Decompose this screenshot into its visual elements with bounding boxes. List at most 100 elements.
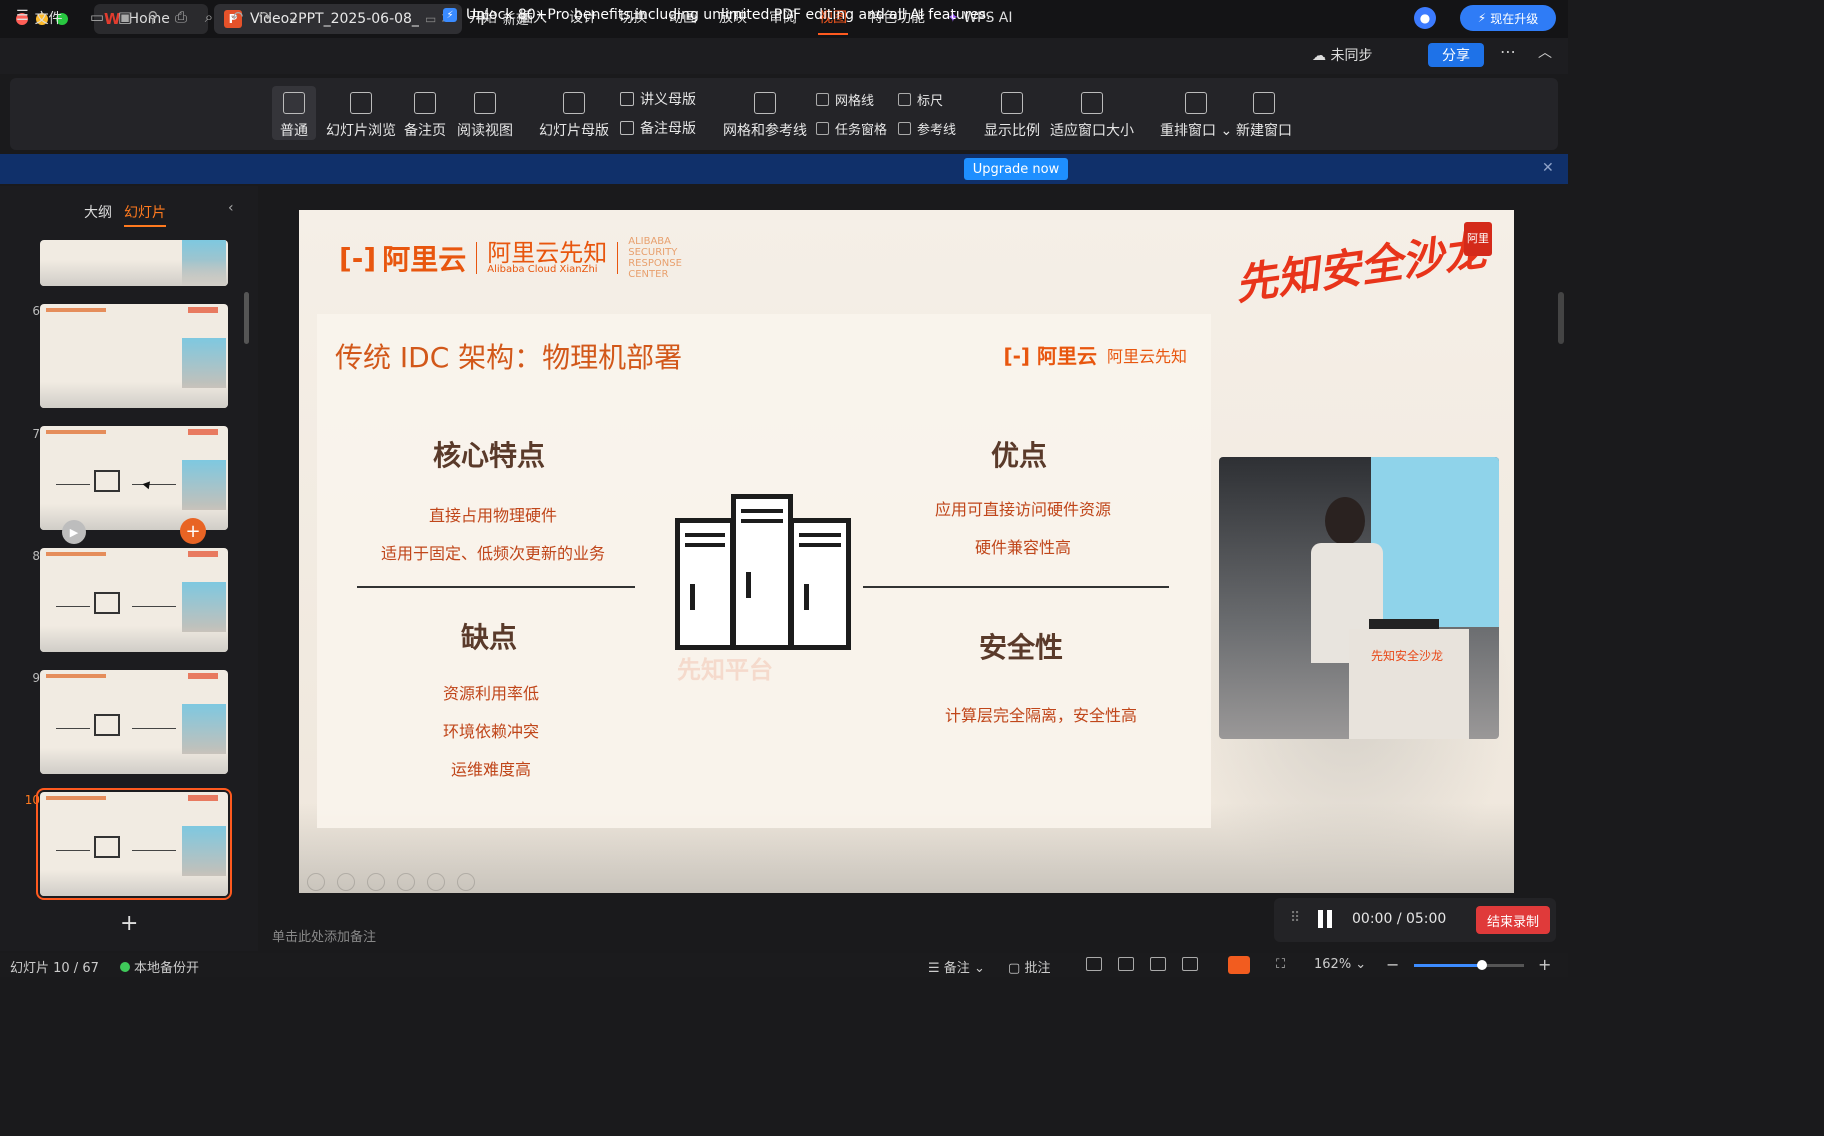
zoom-in-icon[interactable]: + [1538,955,1551,974]
new-window-button[interactable]: 新建窗口 [1236,92,1292,140]
reading-view-icon[interactable] [1150,957,1166,971]
ruler-checkbox[interactable]: 标尺 [898,90,943,109]
thumbnail-mist [40,626,228,652]
presenter-view-icon[interactable] [1182,957,1198,971]
aliyun-logo: [-] 阿里云 [339,238,466,278]
share-button[interactable]: 分享 [1428,43,1484,67]
redo-icon[interactable]: ↷ [256,8,274,26]
slide-thumbnail-8[interactable] [40,548,228,652]
collapse-panel-icon[interactable]: ‹ [228,200,234,216]
embedded-slide: 传统 IDC 架构：物理机部署 [-] 阿里云 阿里云先知 核心特点 直接占用物… [317,314,1211,828]
new-window-label: 新建窗口 [1236,123,1292,139]
slide-thumbnail-5[interactable] [40,240,228,286]
quick-access-toolbar: ▭ ▣ ⚲ ⎙ ⌕ ↶ ↷ ⌄ [88,8,302,26]
zoom-icon[interactable] [427,873,445,891]
link-icon[interactable]: ⚲ [144,8,162,26]
add-slide-icon[interactable]: + [180,518,206,544]
zoom-level-label: 162% [1314,957,1352,972]
normal-view-icon[interactable] [1086,957,1102,971]
grid-icon[interactable] [397,873,415,891]
thumbnail-server-graphic [94,592,120,614]
watermark: 先知平台 [677,656,773,684]
checkbox-unchecked-icon [898,122,911,135]
slide-thumbnail-6[interactable] [40,304,228,408]
slide-thumbnail-10[interactable] [36,788,232,900]
save-icon[interactable]: ▣ [116,8,134,26]
red-seal: 阿里 [1464,222,1492,256]
gridlines-checkbox[interactable]: 网格线 [816,90,874,109]
handout-master-button[interactable]: 讲义母版 [620,89,696,109]
backup-status[interactable]: 本地备份开 [120,957,199,976]
file-menu[interactable]: ☰ 文件 [16,8,63,28]
xianzhi-logo-text: 阿里云先知 [487,239,608,267]
pen-icon[interactable] [367,873,385,891]
undo-icon[interactable]: ↶ [228,8,246,26]
collapse-ribbon-icon[interactable]: ︿ [1538,42,1552,62]
tab-slides[interactable]: 幻灯片 [124,202,166,227]
guides-checkbox[interactable]: 参考线 [898,119,956,138]
slide-master-label: 幻灯片母版 [539,123,609,139]
zoom-out-icon[interactable]: − [1386,955,1399,974]
thumbnail-photo [182,460,226,510]
notes-page-icon [414,92,436,114]
zoom-label: 显示比例 [984,123,1040,139]
server-rack-icon [675,490,851,650]
zoom-level[interactable]: 162% ⌄ [1314,957,1366,972]
normal-view-label: 普通 [280,123,308,139]
thumbnail-server-graphic [94,714,120,736]
comment-icon: ▢ [1008,961,1021,976]
more-options-icon[interactable]: ⋯ [1500,42,1516,61]
play-slide-icon[interactable]: ▶ [62,520,86,544]
zoom-slider-handle[interactable] [1477,960,1488,970]
open-folder-icon[interactable]: ▭ [88,8,106,26]
arrange-windows-button[interactable]: 重排窗口 ⌄ [1160,92,1232,140]
cons-heading: 缺点 [461,621,518,654]
close-banner-icon[interactable]: ✕ [1542,160,1554,176]
print-icon[interactable]: ⎙ [172,8,190,26]
sync-status[interactable]: ☁ 未同步 [1312,45,1372,65]
handout-master-label: 讲义母版 [640,92,696,108]
checkbox-unchecked-icon [816,93,829,106]
pause-button[interactable] [1318,910,1332,928]
more-icon[interactable] [457,873,475,891]
previous-icon[interactable] [307,873,325,891]
fit-slide-icon[interactable]: ⛶ [1276,957,1285,972]
tab-outline[interactable]: 大纲 [84,202,112,227]
zoom-button[interactable]: 显示比例 [984,92,1040,140]
drag-handle-icon[interactable]: ⠿ [1290,910,1300,926]
notes-page-button[interactable]: 备注页 [404,92,446,140]
upgrade-now-banner-button[interactable]: Upgrade now [964,158,1068,180]
panel-scrollbar[interactable] [244,292,249,344]
normal-view-button[interactable]: 普通 [272,86,316,140]
thumbnail-server-graphic [94,470,120,492]
print-preview-icon[interactable]: ⌕ [200,8,218,26]
new-slide-icon[interactable]: + [120,911,138,936]
slide-thumbnail-7[interactable] [40,426,228,530]
slide-master-button[interactable]: 幻灯片母版 [539,92,609,140]
zoom-slider[interactable] [1414,960,1524,970]
chevron-down-icon[interactable]: ⌄ [284,8,302,26]
fit-window-button[interactable]: 适应窗口大小 [1050,92,1134,140]
thumbnail-mist [40,382,228,408]
slide-canvas[interactable]: [-] 阿里云 阿里云先知 Alibaba Cloud XianZhi ALIBAB… [299,210,1514,893]
total-time: 05:00 [1405,911,1447,927]
upgrade-now-button[interactable]: ⚡ 现在升级 [1460,5,1556,31]
comments-toggle[interactable]: ▢ 批注 [1008,957,1050,976]
canvas-scrollbar[interactable] [1558,292,1564,344]
slide-thumbnail-9[interactable] [40,670,228,774]
user-avatar[interactable]: ● [1414,7,1436,29]
reading-view-button[interactable]: 阅读视图 [457,92,513,140]
thumbnail-photo [182,582,226,632]
notes-input[interactable]: 单击此处添加备注 [272,926,376,945]
slide-sorter-icon[interactable] [1118,957,1134,971]
next-icon[interactable] [337,873,355,891]
notes-master-button[interactable]: 备注母版 [620,118,696,138]
slide-sorter-button[interactable]: 幻灯片浏览 [326,92,396,140]
task-pane-checkbox[interactable]: 任务窗格 [816,119,887,138]
notes-toggle[interactable]: ☰ 备注 ⌄ [928,957,985,976]
stop-recording-button[interactable]: 结束录制 [1476,906,1550,934]
grid-guides-button[interactable]: 网格和参考线 [723,92,807,140]
slide-number: 6 [32,304,40,318]
start-slideshow-button[interactable] [1228,956,1250,974]
comments-label: 批注 [1024,961,1051,976]
